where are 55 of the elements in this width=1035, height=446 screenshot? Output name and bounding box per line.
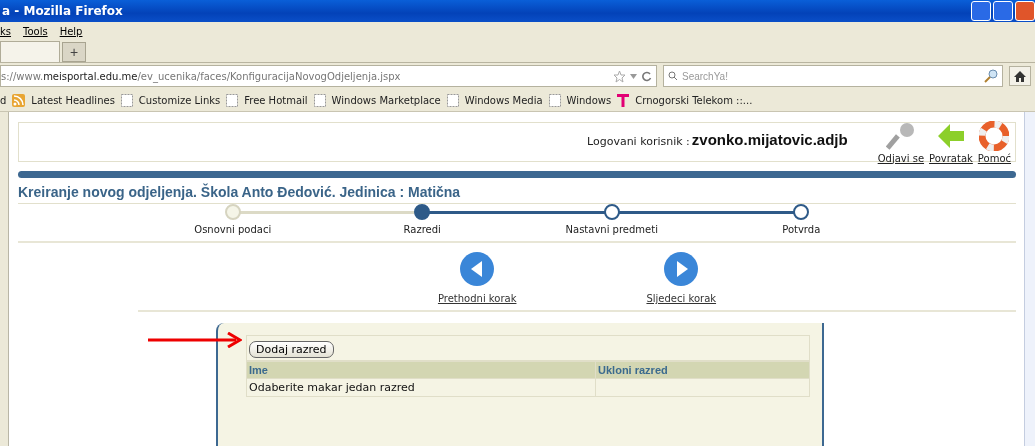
username: zvonko.mijatovic.adjb [691, 130, 848, 148]
key-icon [885, 120, 916, 151]
header-link[interactable]: Odjavi se [877, 120, 925, 164]
page-title: Kreiranje novog odjeljenja. Škola Anto Đedović. Jedinica : Matična [18, 178, 1016, 204]
minimize-button[interactable] [971, 1, 991, 21]
star-icon [613, 69, 626, 83]
bookmark[interactable]: d [0, 94, 7, 106]
step-link[interactable]: Prethodni korak [437, 251, 517, 304]
step-link[interactable]: Sljedeci korak [646, 251, 717, 304]
bookmark[interactable]: Windows Media [464, 94, 543, 106]
bookmark[interactable]: Windows [566, 94, 612, 106]
bookmark[interactable]: Crnogorski Telekom ::... [635, 94, 753, 106]
lifebuoy-icon [979, 120, 1010, 151]
step-label: Nastavni predmeti [565, 224, 658, 235]
close-button[interactable] [1015, 1, 1035, 21]
arrow-icon [148, 332, 242, 348]
bookmark-icon [313, 93, 326, 107]
new-tab-button[interactable]: + [62, 42, 86, 62]
bookmark[interactable]: Customize Links [138, 94, 221, 106]
bookmark-icon [548, 93, 561, 107]
dropdown-icon [630, 73, 637, 79]
maximize-button[interactable] [993, 1, 1013, 21]
bookmark-icon [120, 93, 133, 107]
reload-icon [641, 70, 652, 82]
feed-icon [12, 93, 26, 107]
window-title: a - Mozilla Firefox [2, 4, 123, 18]
column-header: Ukloni razred [595, 361, 810, 379]
search-field[interactable]: SearchYa! [682, 70, 980, 82]
bookmark-icon [226, 93, 239, 107]
home-button[interactable] [1009, 66, 1031, 86]
scrollbar[interactable] [1024, 112, 1035, 446]
step-label: Osnovni podaci [194, 224, 272, 235]
search-icon [668, 71, 678, 81]
bookmark[interactable]: Free Hotmail [244, 94, 308, 106]
search-box[interactable]: SearchYa! [663, 65, 1003, 87]
menu-item[interactable]: Tools [23, 25, 48, 37]
step-label: Razredi [403, 224, 441, 235]
bookmark[interactable]: Latest Headlines [31, 94, 115, 106]
column-header: Ime [246, 361, 596, 379]
user-label: Logovani korisnik : [587, 134, 690, 148]
menu-item[interactable]: Help [59, 25, 83, 37]
address-field[interactable]: s://www.meisportal.edu.me/ev_ucenika/faces/KonfiguracijaNovogOdjeljenja.jspx [0, 65, 657, 87]
add-class-button[interactable]: Dodaj razred [249, 341, 334, 358]
previous-icon [459, 251, 496, 287]
bookmark-icon [446, 93, 459, 107]
table-cell: Odaberite makar jedan razred [246, 378, 596, 397]
step-label: Potvrda [782, 224, 821, 235]
magnifier-icon [984, 69, 998, 83]
bookmark[interactable]: Windows Marketplace [331, 94, 441, 106]
header-link[interactable]: Povratak [929, 120, 973, 164]
menu-item[interactable]: ks [0, 25, 11, 37]
next-icon [663, 251, 700, 287]
header-link[interactable]: Pomoć [977, 120, 1011, 164]
home-icon [1014, 70, 1026, 82]
telekom-icon [617, 93, 630, 107]
